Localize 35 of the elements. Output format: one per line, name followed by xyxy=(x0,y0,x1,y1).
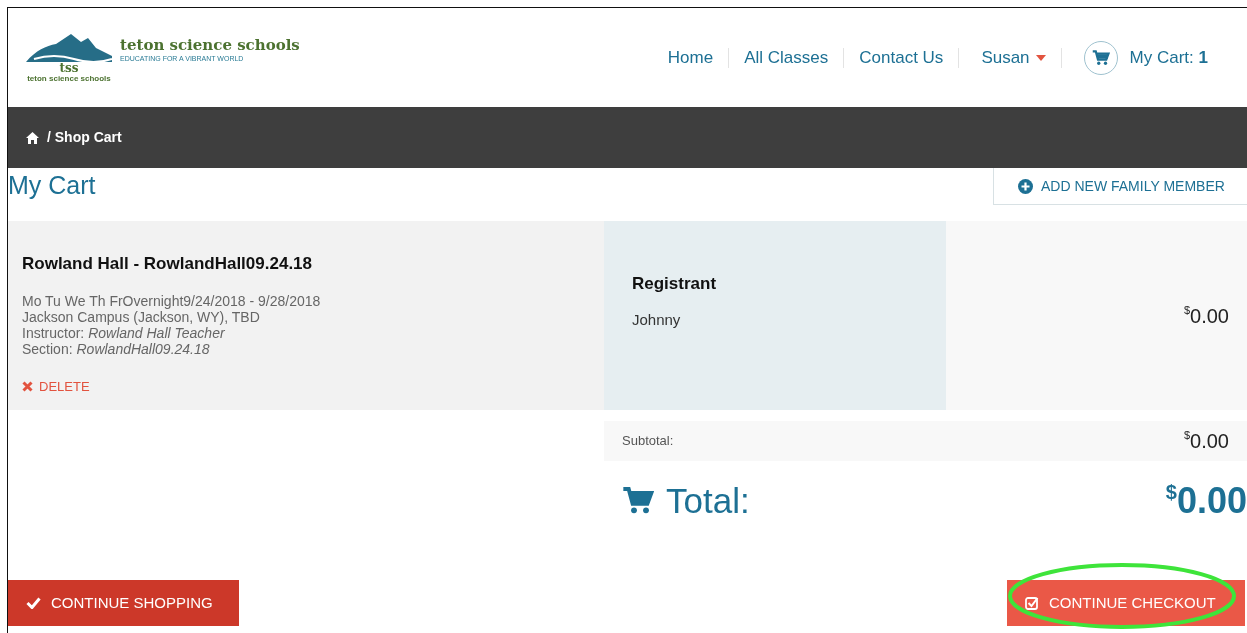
home-icon xyxy=(26,131,39,144)
nav-link[interactable]: Contact Us xyxy=(844,47,960,68)
course-title: Rowland Hall - RowlandHall09.24.18 xyxy=(22,253,314,275)
schedule-text: Mo Tu We Th FrOvernight9/24/2018 - 9/28/2018 xyxy=(22,292,322,309)
cart-icon xyxy=(622,486,654,516)
location-text: Jackson Campus (Jackson, WY), TBD xyxy=(22,308,261,325)
caret-icon xyxy=(1035,54,1046,61)
total-amount: $^{$}$0.00 xyxy=(1165,479,1247,523)
item-price: $^{$}$0.00 xyxy=(1183,302,1229,329)
nav-link[interactable]: Home xyxy=(652,47,730,68)
delete-button[interactable]: DELETE xyxy=(22,376,90,396)
cart-link[interactable]: My Cart: 1 xyxy=(1061,40,1223,75)
user-menu[interactable]: Susan xyxy=(959,47,1062,68)
page-title: My Cart xyxy=(8,170,96,201)
logo-letters: tss xyxy=(59,62,79,74)
checked-box-icon xyxy=(1025,596,1039,610)
nav-link[interactable]: All Classes xyxy=(729,47,845,68)
section-text: Section: RowlandHall09.24.18 xyxy=(22,340,211,357)
registrant-name: Johnny xyxy=(632,309,682,330)
logo-name: teton science schools xyxy=(120,37,300,54)
plus-circle-icon xyxy=(1018,178,1033,194)
instructor-text: Instructor: Rowland Hall Teacher xyxy=(22,324,225,341)
total-label: Total: xyxy=(666,479,750,522)
subtotal-label: Subtotal: xyxy=(622,432,674,451)
continue-shopping-button[interactable]: CONTINUE SHOPPING xyxy=(8,580,239,626)
add-family-member-button[interactable]: ADD NEW FAMILY MEMBER xyxy=(993,168,1247,205)
mountain-logo-icon xyxy=(26,32,112,62)
close-icon xyxy=(22,380,33,392)
breadcrumb-item: / Shop Cart xyxy=(47,128,122,147)
check-icon xyxy=(26,597,41,609)
logo-caption: teton science schools xyxy=(27,74,111,83)
checkout-button[interactable]: CONTINUE CHECKOUT xyxy=(1007,580,1245,626)
registrant-heading: Registrant xyxy=(632,273,718,295)
subtotal-amount: $^{$}$0.00 xyxy=(1183,428,1229,454)
cart-icon xyxy=(1091,47,1110,68)
